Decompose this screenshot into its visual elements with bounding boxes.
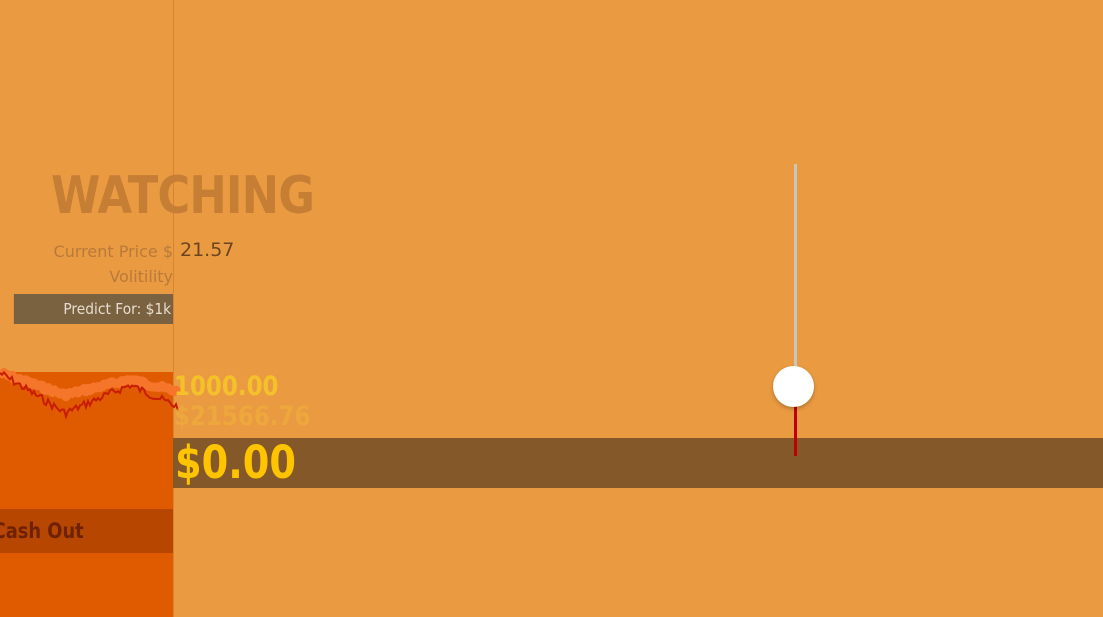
cash-out-button[interactable]: Cash Out xyxy=(0,509,173,553)
slider-track-upper xyxy=(794,164,797,386)
predict-button[interactable]: Predict For: $1k xyxy=(13,294,173,324)
price-chart xyxy=(0,368,182,420)
price-band xyxy=(0,368,182,402)
status-title: WATCHING xyxy=(51,166,315,226)
bet-amount: 1000.00 xyxy=(174,371,279,402)
volatility-label: Volitility xyxy=(109,267,173,286)
slider-knob[interactable] xyxy=(773,366,814,407)
current-price-value: 21.57 xyxy=(180,239,235,261)
current-price-label: Current Price $ xyxy=(53,242,173,261)
cash-out-label: Cash Out xyxy=(0,519,84,543)
balance-value: $0.00 xyxy=(175,436,296,489)
target-amount: $21566.76 xyxy=(174,401,311,432)
balance-bar xyxy=(173,438,1103,488)
